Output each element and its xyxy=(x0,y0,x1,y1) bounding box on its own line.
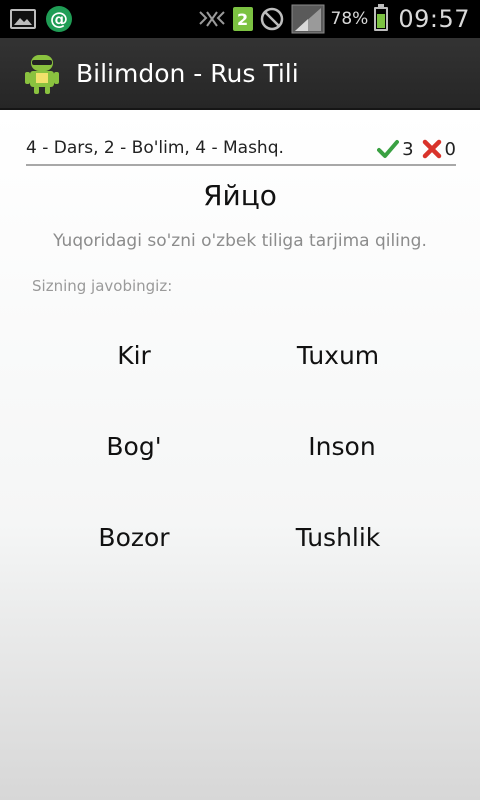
status-bar-notifications: @ xyxy=(10,5,72,33)
android-robot-app-icon[interactable] xyxy=(24,51,60,95)
gallery-icon xyxy=(10,9,36,29)
sim-indicator-icon: 2 xyxy=(232,7,253,31)
email-at-icon: @ xyxy=(46,6,72,32)
cross-icon xyxy=(422,139,441,159)
wrong-count-group: 0 xyxy=(422,139,456,160)
correct-count: 3 xyxy=(402,138,414,160)
lesson-position: 4 - Dars, 2 - Bo'lim, 4 - Mashq. xyxy=(26,138,284,158)
lesson-info-row: 4 - Dars, 2 - Bo'lim, 4 - Mashq. 3 0 xyxy=(26,134,456,166)
do-not-disturb-icon xyxy=(260,7,283,31)
answer-option[interactable]: Bozor xyxy=(34,507,234,567)
correct-count-group: 3 xyxy=(377,138,414,160)
answer-option[interactable]: Kir xyxy=(34,325,234,385)
answer-option[interactable]: Inson xyxy=(242,416,442,476)
app-title: Bilimdon - Rus Tili xyxy=(76,58,299,88)
status-bar: @ 2 78% 09:57 xyxy=(0,0,480,38)
answer-option[interactable]: Tushlik xyxy=(238,507,438,567)
action-bar: Bilimdon - Rus Tili xyxy=(0,38,480,110)
signal-blocked-icon xyxy=(198,11,225,27)
battery-percent: 78% xyxy=(330,9,369,29)
answer-label: Sizning javobingiz: xyxy=(32,277,173,295)
answer-option[interactable]: Tuxum xyxy=(238,325,438,385)
score-counts: 3 0 xyxy=(377,134,456,164)
status-bar-system: 2 78% 09:57 xyxy=(197,3,470,35)
answer-option[interactable]: Bog' xyxy=(34,416,234,476)
signal-strength-icon xyxy=(291,4,325,34)
battery-icon xyxy=(374,4,389,31)
exercise-screen: 4 - Dars, 2 - Bo'lim, 4 - Mashq. 3 0 Яйц… xyxy=(0,110,480,800)
clock: 09:57 xyxy=(398,5,470,33)
battery-fill xyxy=(377,14,386,28)
question-word: Яйцо xyxy=(203,179,277,212)
checkmark-icon xyxy=(377,140,400,158)
question-instruction: Yuqoridagi so'zni o'zbek tiliga tarjima … xyxy=(53,231,427,251)
wrong-count: 0 xyxy=(444,138,456,160)
